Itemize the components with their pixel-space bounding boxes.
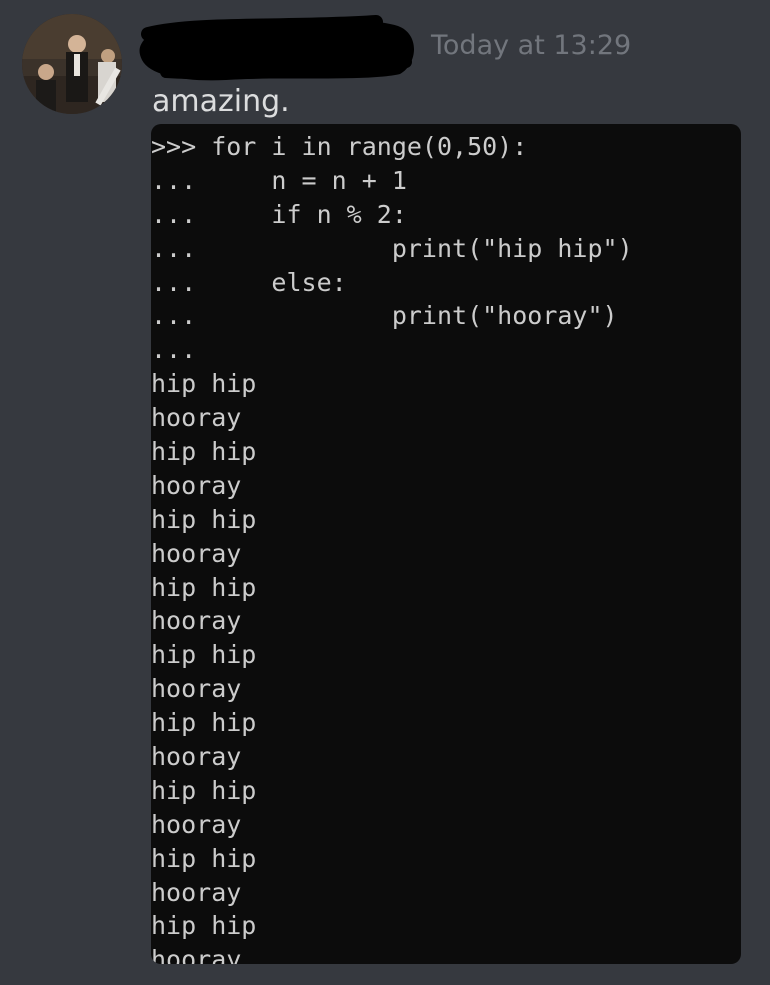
console-line: ... n = n + 1 — [151, 165, 407, 195]
console-line: hip hip — [151, 572, 257, 602]
console-line: hooray — [151, 606, 242, 636]
console-line: hooray — [151, 742, 242, 772]
console-screenshot[interactable]: >>> for i in range(0,50): ... n = n + 1 … — [151, 124, 741, 964]
avatar-photo-icon — [22, 14, 122, 114]
console-line: hip hip — [151, 640, 257, 670]
console-line: hip hip — [151, 369, 257, 399]
avatar[interactable] — [22, 14, 122, 114]
console-line: hooray — [151, 945, 242, 964]
console-line: ... print("hooray") — [151, 301, 618, 331]
console-output: >>> for i in range(0,50): ... n = n + 1 … — [151, 130, 633, 964]
console-line: hooray — [151, 674, 242, 704]
username-redaction — [139, 15, 415, 81]
console-line: hip hip — [151, 437, 257, 467]
message-text: amazing. — [152, 84, 290, 119]
console-line: hip hip — [151, 911, 257, 941]
chat-message: Today at 13:29 amazing. >>> for i in ran… — [0, 0, 770, 985]
console-line: hip hip — [151, 843, 257, 873]
console-line: hooray — [151, 877, 242, 907]
console-line: hip hip — [151, 504, 257, 534]
console-line: >>> for i in range(0,50): — [151, 132, 528, 161]
message-timestamp: Today at 13:29 — [431, 30, 632, 61]
console-line: ... if n % 2: — [151, 199, 407, 229]
console-line: ... else: — [151, 267, 347, 297]
console-line: ... — [151, 335, 197, 365]
console-line: ... print("hip hip") — [151, 233, 633, 263]
console-line: hip hip — [151, 775, 257, 805]
console-line: hooray — [151, 470, 242, 500]
console-line: hooray — [151, 403, 242, 433]
console-line: hooray — [151, 538, 242, 568]
console-line: hooray — [151, 809, 242, 839]
console-line: hip hip — [151, 708, 257, 738]
